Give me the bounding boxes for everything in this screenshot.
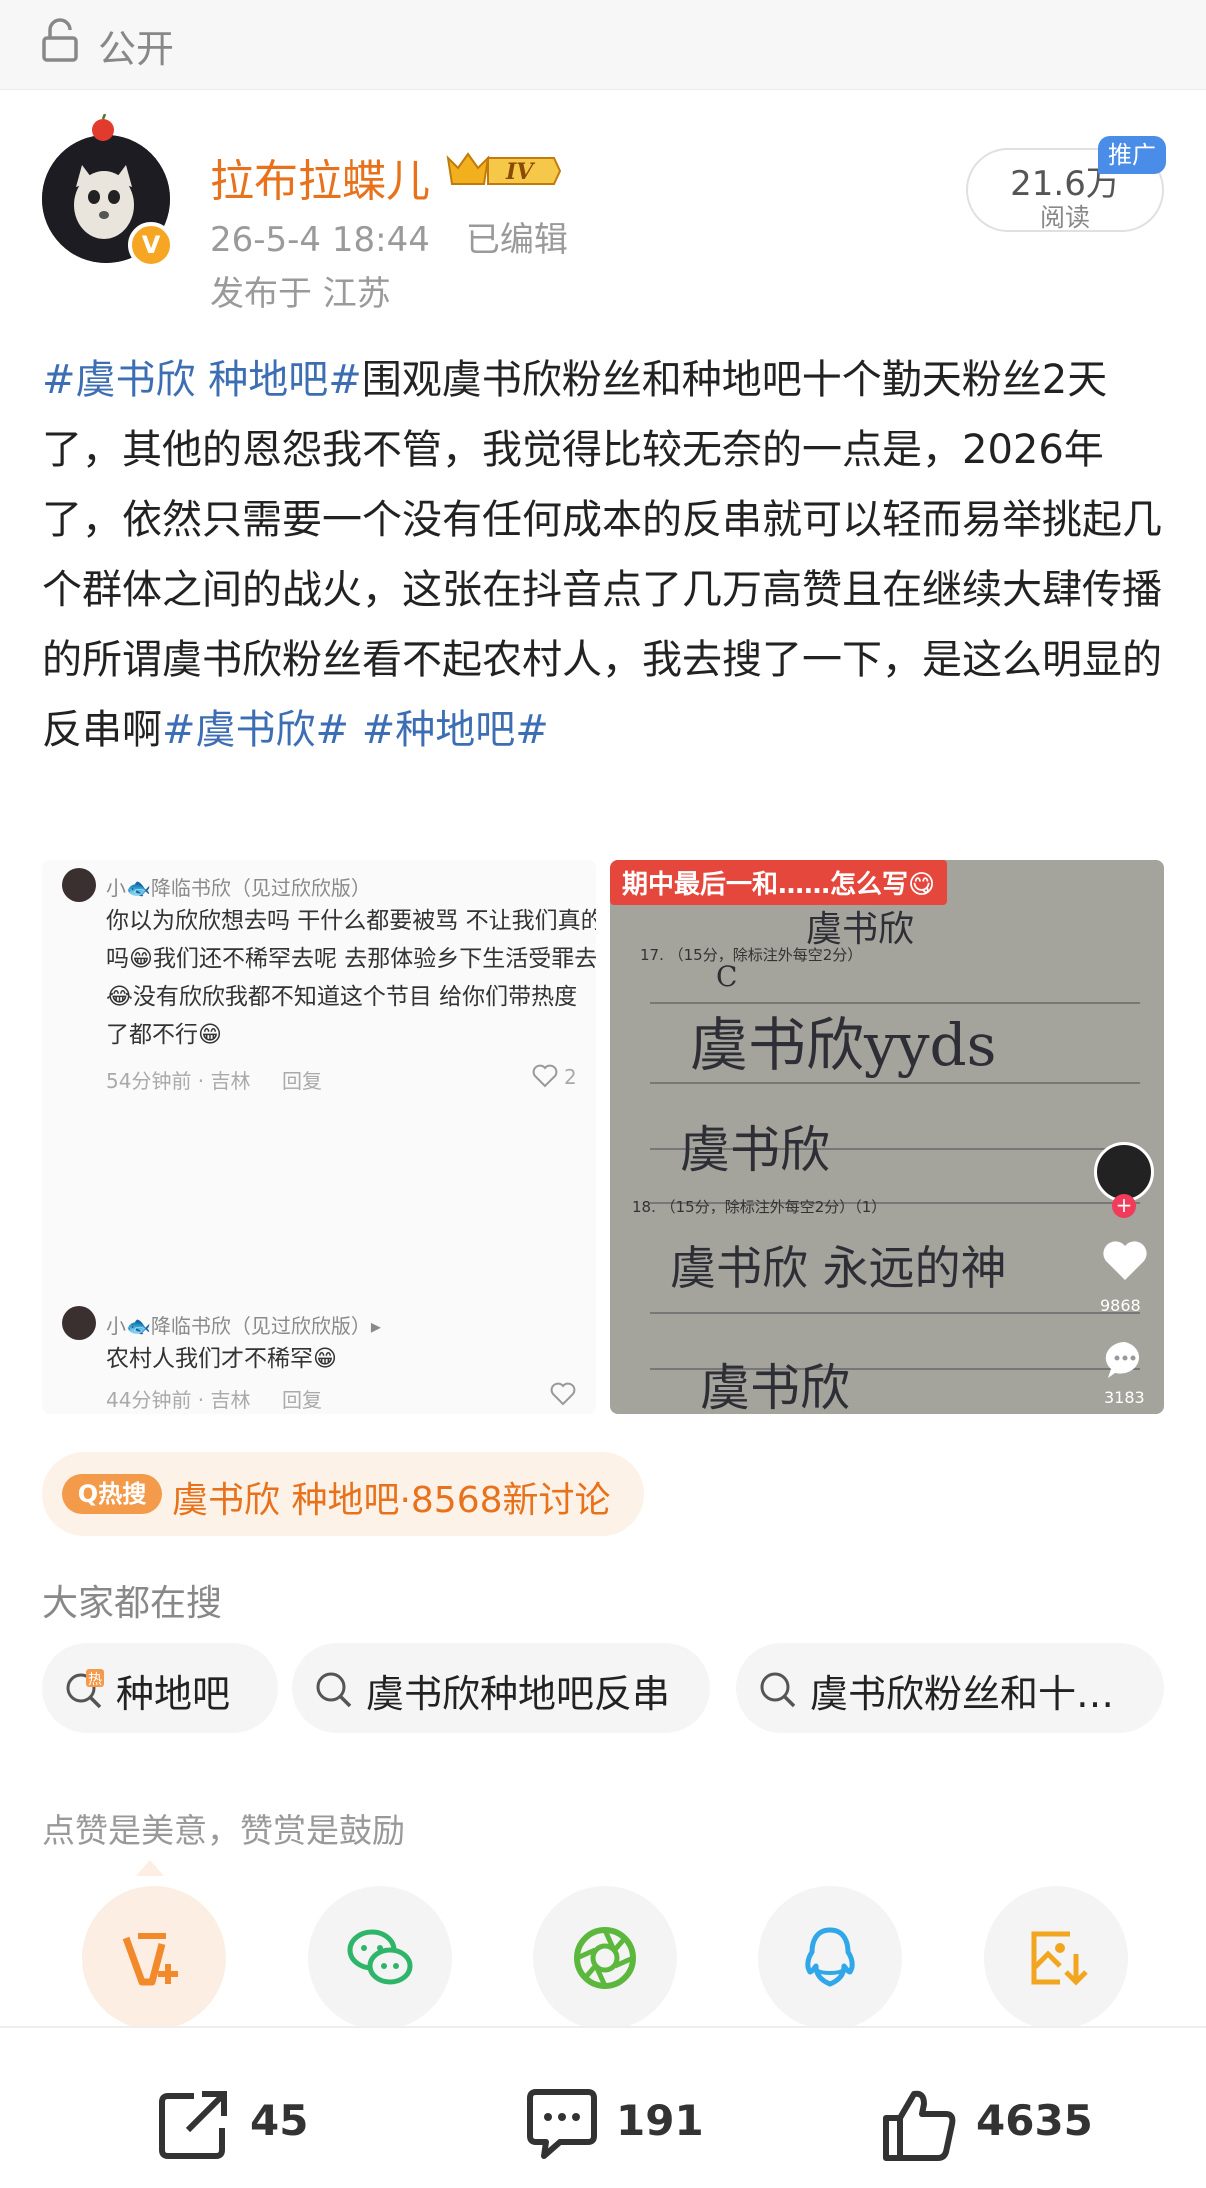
hot-search-pill[interactable]: Q热搜 虞书欣 种地吧·8568新讨论	[42, 1452, 644, 1536]
search-chip[interactable]: 热 种地吧	[42, 1643, 278, 1733]
follow-plus-icon[interactable]: +	[1112, 1194, 1136, 1218]
heart-outline-icon	[532, 1064, 558, 1088]
like-action-button[interactable]: 4635	[880, 2084, 1120, 2164]
post-body: #虞书欣 种地吧#围观虞书欣粉丝和种地吧十个勤天粉丝2天了，其他的恩怨我不管，我…	[42, 345, 1172, 765]
handwriting: 虞书欣 永远的神	[670, 1241, 1007, 1295]
moments-icon	[574, 1927, 636, 1989]
handwriting: C	[716, 960, 738, 993]
visibility-bar: 公开	[0, 0, 1206, 90]
share-qq-button[interactable]	[758, 1886, 902, 2030]
commenter-avatar	[62, 1306, 96, 1340]
answer-line	[650, 1312, 1140, 1314]
handwriting: 虞书欣	[680, 1121, 830, 1179]
comment-line: 了都不行😁	[106, 1022, 222, 1048]
video-like-count: 9868	[1100, 1296, 1141, 1315]
verified-badge-icon: V	[128, 222, 174, 268]
author-name[interactable]: 拉布拉蝶儿	[210, 145, 430, 209]
search-chip-label: 虞书欣种地吧反串	[366, 1672, 671, 1716]
wechat-icon	[347, 1929, 413, 1985]
search-section-title: 大家都在搜	[42, 1583, 223, 1624]
search-chip[interactable]: 虞书欣粉丝和十…	[736, 1643, 1164, 1733]
comment-line: 😂没有欣欣我都不知道这个节目 给你们带热度	[106, 984, 578, 1010]
v-plus-icon	[122, 1933, 178, 1986]
share-moments-button[interactable]	[533, 1886, 677, 2030]
repost-v-plus-button[interactable]	[82, 1886, 226, 2030]
comment-meta: 54分钟前 · 吉林	[106, 1069, 251, 1093]
bottom-action-bar: 45 191 4635	[0, 2026, 1206, 2188]
visibility-label: 公开	[98, 27, 175, 71]
topic-tag-link[interactable]: #虞书欣 种地吧#	[42, 357, 362, 403]
commenter-avatar	[62, 868, 96, 902]
promote-badge[interactable]: 推广	[1098, 136, 1166, 174]
topic-tag-link[interactable]: #种地吧#	[362, 707, 549, 753]
search-chip[interactable]: 虞书欣种地吧反串	[292, 1643, 710, 1733]
comment-count: 191	[616, 2096, 704, 2145]
commenter-name: 小🐟降临书欣（见过欣欣版）▸	[106, 1314, 381, 1338]
save-image-icon	[1031, 1931, 1088, 1986]
thumbs-up-icon	[883, 2090, 956, 2161]
commenter-name: 小🐟降临书欣（见过欣欣版）	[106, 876, 371, 900]
heart-icon[interactable]	[1102, 1240, 1148, 1282]
comment-reply: 回复	[282, 1069, 322, 1093]
post-text: 围观虞书欣粉丝和种地吧十个勤天粉丝2天了，其他的恩怨我不管，我觉得比较无奈的一点…	[42, 357, 1162, 753]
save-image-button[interactable]	[984, 1886, 1128, 2030]
hot-search-badge: Q热搜	[62, 1474, 162, 1514]
comment-like-count: 2	[564, 1065, 577, 1089]
member-level-icon: IV	[446, 152, 562, 185]
comment-line: 吗😁我们还不稀罕去呢 去那体验乡下生活受罪去	[106, 946, 596, 972]
video-title-banner: 期中最后一和……怎么写😋	[610, 860, 948, 905]
share-icon	[159, 2091, 227, 2159]
heart-outline-icon	[550, 1382, 576, 1406]
search-icon	[316, 1672, 352, 1708]
hot-search-icon: 热	[66, 1669, 104, 1709]
handwriting: 虞书欣	[700, 1359, 850, 1414]
like-count: 4635	[976, 2096, 1093, 2145]
level-text: IV	[505, 159, 535, 185]
comment-meta: 44分钟前 · 吉林	[106, 1388, 251, 1412]
read-label: 阅读	[1039, 203, 1090, 232]
hot-search-text: 虞书欣 种地吧·8568新讨论	[172, 1480, 611, 1521]
topic-tag-link[interactable]: #虞书欣#	[162, 707, 349, 753]
edited-label: 已编辑	[465, 220, 568, 260]
comment-bubble-icon[interactable]	[1102, 1338, 1148, 1382]
comment-action-button[interactable]: 191	[520, 2084, 720, 2164]
share-wechat-button[interactable]	[308, 1886, 452, 2030]
search-chip-label: 种地吧	[116, 1672, 231, 1716]
handwriting: 虞书欣	[806, 909, 915, 950]
video-comment-count: 3183	[1104, 1388, 1145, 1407]
post-image-comments[interactable]: 小🐟降临书欣（见过欣欣版） 你以为欣欣想去吗 干什么都要被骂 不让我们真的 吗😁…	[42, 860, 596, 1414]
sheet-question-text: 18. （15分，除标注外每空2分）（1）	[632, 1198, 887, 1216]
handwriting: 虞书欣yyds	[690, 1011, 997, 1079]
post-image-worksheet[interactable]: 期中最后一和……怎么写😋 17. （15分，除标注外每空2分） 虞书欣 C 虞书…	[610, 860, 1164, 1414]
lock-icon	[42, 18, 78, 62]
svg-text:热: 热	[88, 1672, 102, 1688]
comment-reply: 回复	[282, 1388, 322, 1412]
share-action-button[interactable]: 45	[154, 2084, 334, 2164]
comment-line: 农村人我们才不稀罕😁	[106, 1346, 337, 1372]
post-date: 26-5-4 18:44	[210, 220, 430, 260]
search-icon	[760, 1672, 796, 1708]
qq-icon	[805, 1927, 855, 1987]
post-meta: 26-5-4 18:44 已编辑	[210, 212, 604, 261]
comment-icon	[527, 2089, 597, 2159]
tooltip-notch	[136, 1860, 164, 1876]
post-location: 发布于 江苏	[210, 274, 391, 314]
apple-decoration-icon	[92, 114, 114, 141]
answer-line	[650, 1082, 1140, 1084]
comment-line: 你以为欣欣想去吗 干什么都要被骂 不让我们真的	[106, 908, 596, 934]
share-count: 45	[250, 2096, 309, 2145]
search-chip-label: 虞书欣粉丝和十…	[810, 1672, 1115, 1716]
appreciate-text: 点赞是美意，赞赏是鼓励	[42, 1811, 405, 1850]
